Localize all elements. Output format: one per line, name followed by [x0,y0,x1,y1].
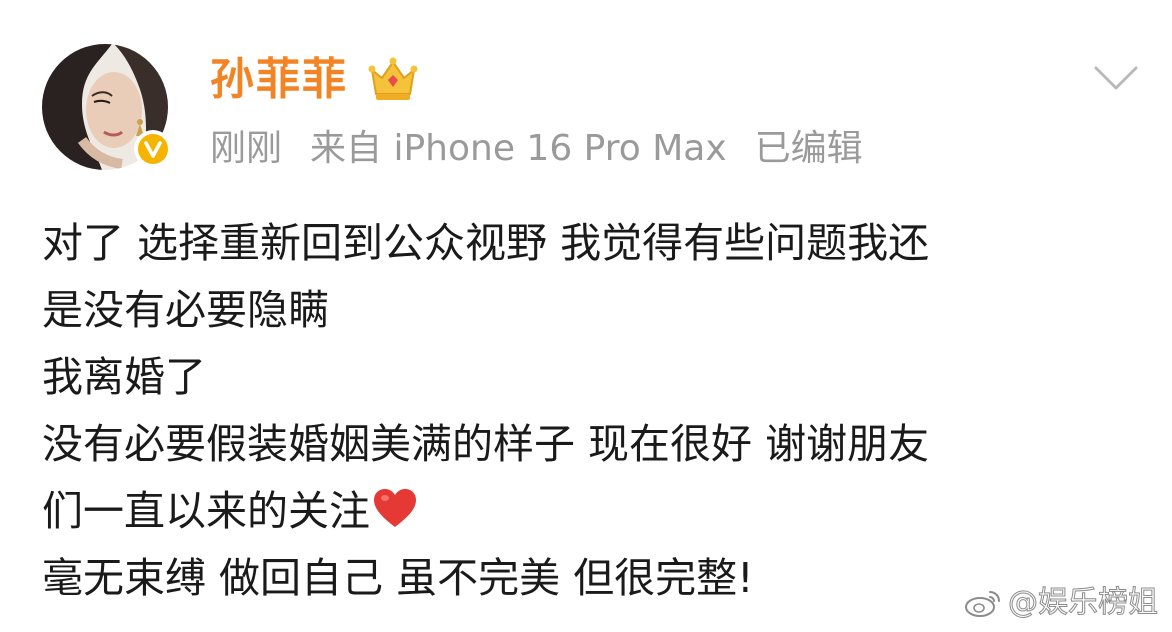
watermark-text: @娱乐榜姐 [1008,585,1159,621]
weibo-post: 孙菲菲 刚刚 来自 iPhone 16 Pro Max 已编辑 对了 选择重新回到公… [0,0,1172,632]
watermark: @娱乐榜姐 [964,584,1159,622]
post-line-with-emoji: 们一直以来的关注 [42,478,1142,545]
post-source[interactable]: 来自 iPhone 16 Pro Max [310,128,727,169]
post-line: 们一直以来的关注 [42,487,370,535]
red-heart-icon [372,482,418,527]
crown-badge-icon[interactable] [366,56,420,102]
post-line: 是没有必要隐瞒 [42,286,329,334]
author-name[interactable]: 孙菲菲 [210,54,348,106]
avatar[interactable] [42,44,172,172]
verified-badge-icon [134,130,172,168]
post-line: 我离婚了 [42,353,206,401]
chevron-down-icon[interactable] [1092,62,1140,96]
weibo-logo-icon [965,591,1000,617]
post-body: 对了 选择重新回到公众视野 我觉得有些问题我还 是没有必要隐瞒 我离婚了 没有必… [42,210,1142,612]
post-line: 对了 选择重新回到公众视野 我觉得有些问题我还 [42,219,930,267]
post-time: 刚刚 [210,128,283,169]
post-line: 没有必要假装婚姻美满的样子 现在很好 谢谢朋友 [42,420,930,468]
post-meta: 刚刚 来自 iPhone 16 Pro Max 已编辑 [210,124,863,174]
post-edited-flag[interactable]: 已编辑 [755,128,863,169]
